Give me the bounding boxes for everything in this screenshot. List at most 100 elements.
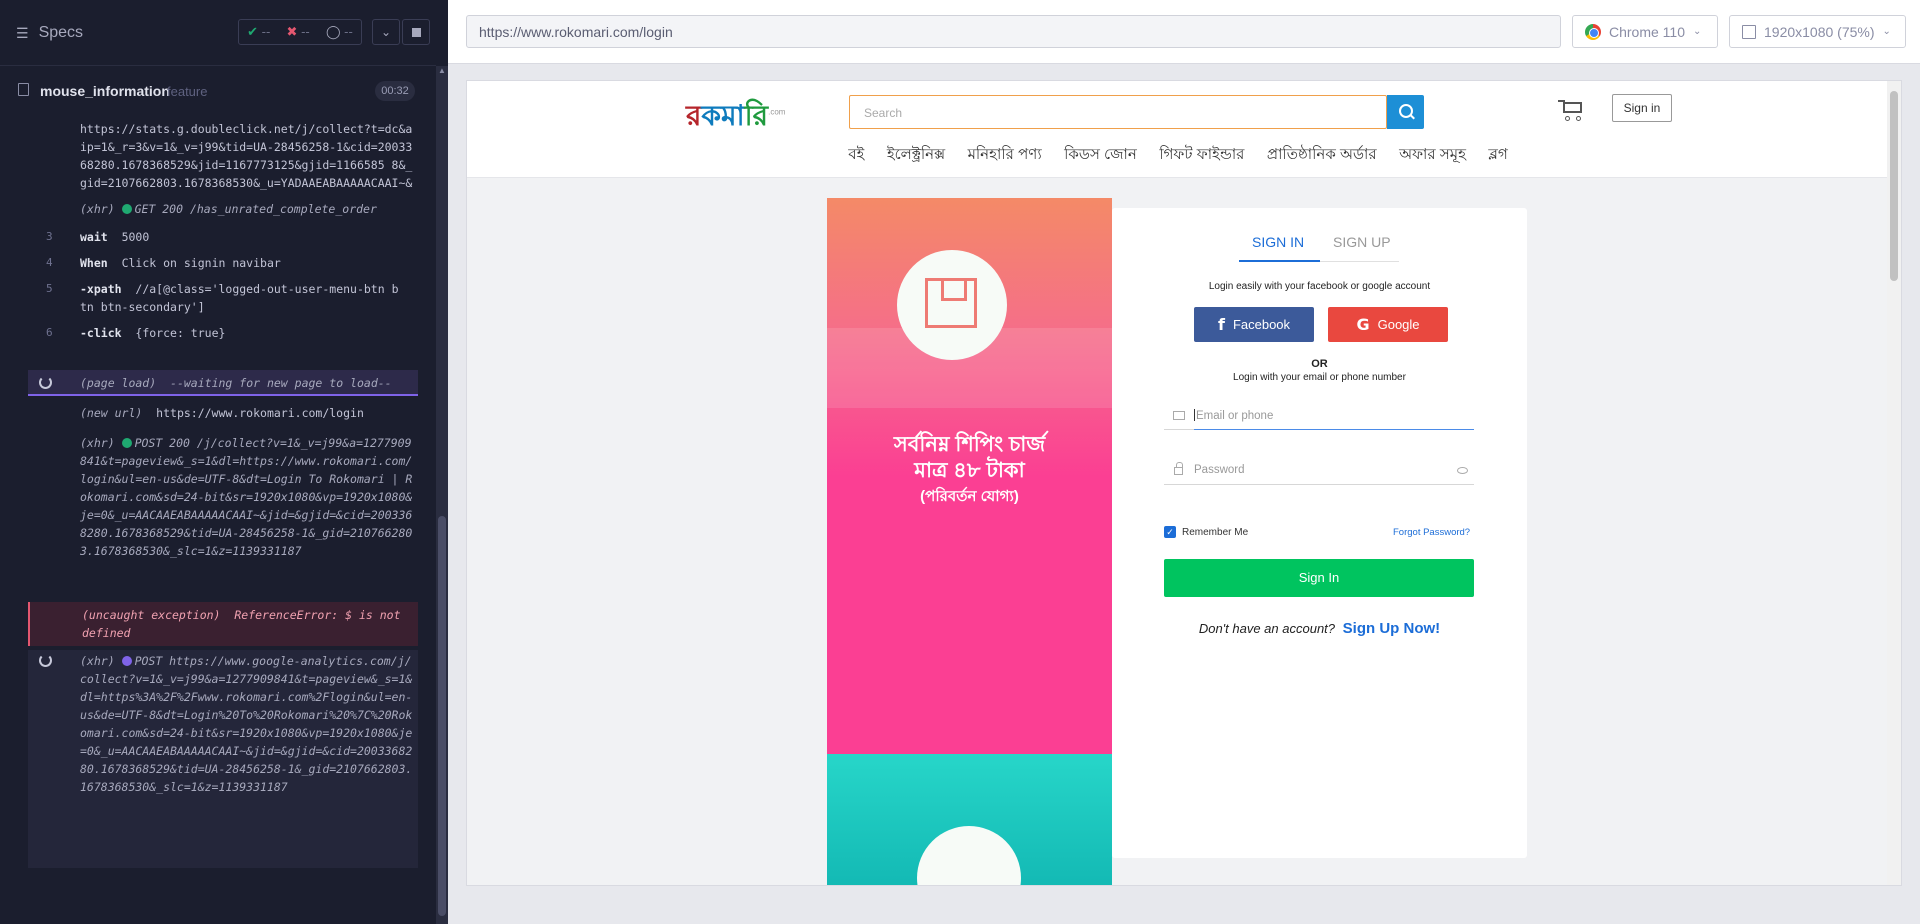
log-text: POST 200 /j/collect?v=1&_v=j99&a=1277909… [80,436,413,558]
google-login-button[interactable]: G Google [1328,307,1448,342]
log-text: https://www.rokomari.com/login [156,406,364,420]
chevron-down-icon[interactable]: ⌄ [372,19,400,45]
facebook-icon: f [1217,315,1225,334]
promo-line-3: (পরিবর্তন যোগ্য) [920,488,1019,505]
tab-signin[interactable]: SIGN IN [1252,234,1304,250]
envelope-icon [1173,411,1185,420]
step-value: 5000 [121,230,150,244]
log-type: (xhr) [80,654,115,668]
nav-item-offers[interactable]: অফার সমূহ [1399,143,1466,168]
chevron-down-icon: ⌄ [1882,26,1891,37]
scrollbar-thumb[interactable] [438,516,446,916]
scrollbar-thumb[interactable] [1890,91,1898,281]
viewport-size: 1920x1080 (75%) [1764,23,1875,40]
facebook-label: Facebook [1232,317,1291,332]
log-xhr-entry[interactable]: (xhr) GET 200 /has_unrated_complete_orde… [80,200,415,218]
stop-icon [411,27,421,37]
step-number: 5 [46,282,53,295]
step-keyword: -xpath [80,282,122,296]
or-divider: OR [1311,358,1328,370]
nav-item-kids-zone[interactable]: কিডস জোন [1064,143,1137,168]
text-cursor [1194,409,1195,421]
loading-spinner-icon [39,376,52,389]
promo-line-2: মাত্র ৪৮ টাকা [914,459,1025,482]
log-xhr-pending-entry[interactable]: (xhr) POST https://www.google-analytics.… [28,650,418,868]
browser-name: Chrome 110 [1609,23,1686,40]
search-button[interactable] [1387,95,1424,129]
shipping-promo-banner[interactable]: সর্বনিম্ন শিপিং চার্জ মাত্র ৪৮ টাকা (পরি… [827,198,1112,754]
rokomari-logo[interactable]: রকমারি.com [686,94,785,141]
cart-icon[interactable] [1558,98,1584,122]
nav-item-stationery[interactable]: মনিহারি পণ্য [968,143,1042,168]
signin-button[interactable]: Sign In [1164,559,1474,597]
step-number: 3 [46,230,53,243]
viewport-selector[interactable]: 1920x1080 (75%) ⌄ [1729,15,1906,48]
nav-item-blog[interactable]: ব্লগ [1488,143,1507,168]
google-label: Google [1377,317,1420,332]
command-log: https://stats.g.doubleclick.net/j/collec… [28,116,418,874]
lock-icon [1174,462,1183,475]
pending-icon: ◯ [325,24,341,39]
browser-selector[interactable]: Chrome 110 ⌄ [1572,15,1718,48]
check-icon: ✔ [247,24,259,39]
log-url-entry[interactable]: https://stats.g.doubleclick.net/j/collec… [80,120,415,192]
log-page-load-entry[interactable]: (page load) --waiting for new page to lo… [28,370,418,396]
specs-title: Specs [38,24,84,41]
passed-count: -- [261,24,271,39]
google-icon: G [1356,315,1370,334]
cypress-runner-panel: ☰ Specs ✔ -- ✖ -- ◯ -- ⌄ mouse_informati… [0,0,448,924]
remember-me[interactable]: ✓ Remember Me [1164,526,1248,538]
nav-item-gift-finder[interactable]: গিফট ফাইন্ডার [1159,143,1244,168]
facebook-login-button[interactable]: f Facebook [1194,307,1314,342]
password-field[interactable]: Password [1164,457,1474,485]
promo-text: সর্বনিম্ন শিপিং চার্জ মাত্র ৪৮ টাকা (পরি… [827,432,1112,510]
stop-button[interactable] [402,19,430,45]
remember-checkbox[interactable]: ✓ [1164,526,1176,538]
log-text: GET 200 /has_unrated_complete_order [134,202,377,216]
email-placeholder: Email or phone [1196,410,1274,422]
log-type: (xhr) [80,202,115,216]
tab-signup[interactable]: SIGN UP [1333,234,1391,250]
status-dot-icon [121,656,132,666]
run-duration: 00:32 [375,81,415,101]
specs-toggle[interactable]: ☰ Specs [16,24,83,42]
secondary-promo-banner[interactable] [827,754,1112,885]
page-scrollbar[interactable] [1887,81,1901,885]
nav-item-electronics[interactable]: ইলেক্ট্রনিক্স [887,143,945,168]
pending-count: -- [344,24,353,39]
focus-underline [1194,429,1474,430]
run-stats: ✔ -- ✖ -- ◯ -- [238,19,362,45]
log-type: (page load) [80,376,157,390]
forgot-password-link[interactable]: Forgot Password? [1393,527,1470,538]
cross-icon: ✖ [286,24,298,39]
log-type: (xhr) [80,436,115,450]
log-new-url-entry[interactable]: (new url) https://www.rokomari.com/login [80,404,415,422]
signup-link[interactable]: Sign Up Now! [1343,620,1441,637]
step-keyword: When [80,256,108,270]
spec-file-bar[interactable]: mouse_information feature 00:32 [0,76,436,106]
social-login-text: Login easily with your facebook or googl… [1208,281,1431,292]
browser-toolbar: https://www.rokomari.com/login Chrome 11… [448,0,1920,64]
nav-item-books[interactable]: বই [848,143,864,168]
eye-icon[interactable] [1457,467,1468,474]
url-bar[interactable]: https://www.rokomari.com/login [466,15,1561,48]
email-field[interactable]: Email or phone [1164,402,1474,430]
scroll-up-icon[interactable]: ▲ [438,66,446,78]
log-error-entry[interactable]: (uncaught exception) ReferenceError: $ i… [28,602,418,646]
log-xhr-entry[interactable]: (xhr) POST 200 /j/collect?v=1&_v=j99&a=1… [80,434,415,596]
runner-scrollbar[interactable]: ▲ [436,66,448,924]
error-type: (uncaught exception) [82,608,221,622]
site-header: রকমারি.com Search Sign in বই ইলেক্ট্রনিক… [467,81,1889,178]
nav-item-institutional-order[interactable]: প্রাতিষ্ঠানিক অর্ডার [1267,143,1377,168]
signup-prompt: Don't have an account? Sign Up Now! [1112,620,1527,637]
log-type: (new url) [80,406,143,420]
site-search-input[interactable]: Search [849,95,1387,129]
file-icon [18,83,29,96]
step-value: {force: true} [135,326,226,340]
step-value: //a[@class='logged-out-user-menu-btn btn… [80,282,399,314]
header-signin-button[interactable]: Sign in [1612,94,1672,122]
spec-name: mouse_information [40,83,170,99]
active-tab-indicator [1239,260,1320,262]
login-card: SIGN IN SIGN UP Login easily with your f… [1112,208,1527,858]
log-url-text: https://stats.g.doubleclick.net/j/collec… [80,122,413,190]
